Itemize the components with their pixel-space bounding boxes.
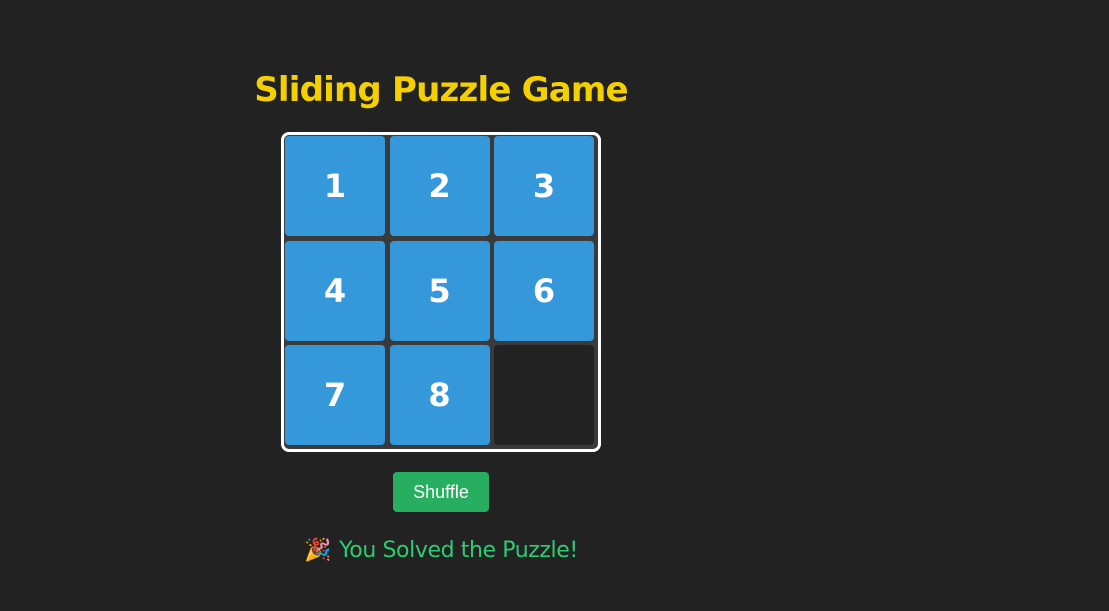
sliding-puzzle-game: Sliding Puzzle Game 1 2 3 4 5 6 7 8 Shuf… (0, 0, 882, 611)
puzzle-tile-8[interactable]: 8 (389, 345, 490, 445)
empty-tile (494, 345, 594, 445)
puzzle-tile-1[interactable]: 1 (285, 136, 385, 236)
solved-message-text: You Solved the Puzzle! (339, 538, 578, 563)
puzzle-tile-4[interactable]: 4 (285, 240, 385, 341)
shuffle-button[interactable]: Shuffle (393, 472, 489, 512)
puzzle-tile-3[interactable]: 3 (494, 136, 594, 236)
puzzle-tile-6[interactable]: 6 (494, 240, 594, 341)
solved-message: 🎉 You Solved the Puzzle! (0, 536, 882, 566)
puzzle-board: 1 2 3 4 5 6 7 8 (281, 132, 601, 452)
page-title: Sliding Puzzle Game (254, 70, 628, 110)
puzzle-tile-5[interactable]: 5 (389, 240, 490, 341)
puzzle-tile-7[interactable]: 7 (285, 345, 385, 445)
party-popper-icon: 🎉 (304, 538, 332, 563)
puzzle-tile-2[interactable]: 2 (389, 136, 490, 236)
